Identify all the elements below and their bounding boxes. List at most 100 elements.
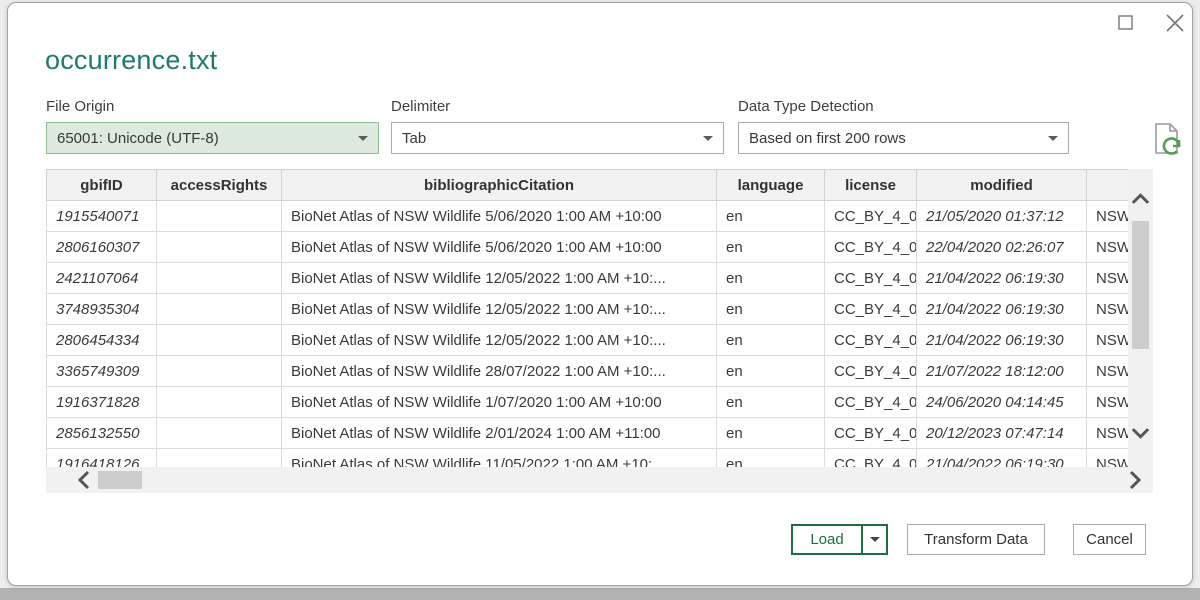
table-cell: BioNet Atlas of NSW Wildlife 1/07/2020 1… [282, 387, 717, 418]
chevron-down-icon [358, 136, 368, 141]
table-cell: 20/12/2023 07:47:14 [917, 418, 1087, 449]
scroll-right-icon[interactable] [1123, 468, 1145, 497]
table-cell [157, 356, 282, 387]
table-cell: CC_BY_4_0 [825, 325, 917, 356]
file-origin-label: File Origin [46, 98, 114, 115]
table-cell: 21/07/2022 18:12:00 [917, 356, 1087, 387]
refresh-preview-icon[interactable] [1148, 119, 1186, 159]
delimiter-value: Tab [402, 130, 697, 147]
table-cell: BioNet Atlas of NSW Wildlife 12/05/2022 … [282, 325, 717, 356]
data-type-detection-value: Based on first 200 rows [749, 130, 1042, 147]
table-cell: NSW [1087, 387, 1129, 418]
table-cell: 21/04/2022 06:19:30 [917, 325, 1087, 356]
load-split-dropdown[interactable] [861, 526, 886, 553]
table-cell: 2421107064 [47, 263, 157, 294]
data-type-detection-dropdown[interactable]: Based on first 200 rows [738, 122, 1069, 154]
column-header: license [825, 170, 917, 201]
table-cell [157, 418, 282, 449]
table-cell: NSW [1087, 201, 1129, 232]
table-cell: en [717, 263, 825, 294]
scroll-left-icon[interactable] [74, 468, 96, 497]
column-header: modified [917, 170, 1087, 201]
scroll-down-icon[interactable] [1129, 421, 1152, 448]
table-cell: en [717, 418, 825, 449]
table-cell: en [717, 387, 825, 418]
table-cell: en [717, 356, 825, 387]
table-row: 1916371828 BioNet Atlas of NSW Wildlife 1… [47, 387, 1129, 418]
table-cell: CC_BY_4_0 [825, 356, 917, 387]
preview-grid: gbifIDaccessRightsbibliographicCitationl… [46, 169, 1128, 493]
table-cell: BioNet Atlas of NSW Wildlife 2/01/2024 1… [282, 418, 717, 449]
table-cell [157, 294, 282, 325]
file-origin-value: 65001: Unicode (UTF-8) [57, 130, 352, 147]
table-cell: NSW [1087, 263, 1129, 294]
table-cell: NSW [1087, 418, 1129, 449]
table-cell: en [717, 201, 825, 232]
table-cell: 1916371828 [47, 387, 157, 418]
background-strip [0, 588, 1200, 600]
table-row: 3748935304 BioNet Atlas of NSW Wildlife 1… [47, 294, 1129, 325]
chevron-down-icon [870, 537, 880, 542]
table-cell: 21/04/2022 06:19:30 [917, 263, 1087, 294]
table-cell: BioNet Atlas of NSW Wildlife 12/05/2022 … [282, 263, 717, 294]
table-cell: en [717, 232, 825, 263]
table-cell: 2806160307 [47, 232, 157, 263]
table-cell [157, 232, 282, 263]
table-cell: 24/06/2020 04:14:45 [917, 387, 1087, 418]
column-header: bibliographicCitation [282, 170, 717, 201]
load-button[interactable]: Load [791, 524, 888, 555]
vertical-scroll-thumb[interactable] [1132, 221, 1149, 349]
table-cell: 21/05/2020 01:37:12 [917, 201, 1087, 232]
delimiter-label: Delimiter [391, 98, 450, 115]
delimiter-dropdown[interactable]: Tab [391, 122, 724, 154]
table-row: 2856132550BioNet Atlas of NSW Wildlife 2… [47, 418, 1129, 449]
table-cell: en [717, 294, 825, 325]
table-cell [157, 263, 282, 294]
table-row: 2806160307 BioNet Atlas of NSW Wildlife 5… [47, 232, 1129, 263]
cancel-button[interactable]: Cancel [1073, 524, 1146, 555]
table-cell: NSW [1087, 294, 1129, 325]
page-title: occurrence.txt [45, 45, 217, 76]
data-type-detection-label: Data Type Detection [738, 98, 874, 115]
column-header: accessRights [157, 170, 282, 201]
table-cell: CC_BY_4_0 [825, 201, 917, 232]
table-cell: BioNet Atlas of NSW Wildlife 5/06/2020 1… [282, 232, 717, 263]
table-cell: BioNet Atlas of NSW Wildlife 28/07/2022 … [282, 356, 717, 387]
transform-data-button[interactable]: Transform Data [907, 524, 1045, 555]
table-row: 3365749309 BioNet Atlas of NSW Wildlife 2… [47, 356, 1129, 387]
table-cell [157, 325, 282, 356]
header-row: gbifIDaccessRightsbibliographicCitationl… [47, 170, 1129, 201]
table-cell: 3365749309 [47, 356, 157, 387]
table-cell: BioNet Atlas of NSW Wildlife 12/05/2022 … [282, 294, 717, 325]
column-header: gbifID [47, 170, 157, 201]
table-cell: CC_BY_4_0 [825, 294, 917, 325]
table-cell [157, 201, 282, 232]
table-cell: NSW [1087, 356, 1129, 387]
column-header [1087, 170, 1129, 201]
chevron-down-icon [1048, 136, 1058, 141]
table-cell: 21/04/2022 06:19:30 [917, 294, 1087, 325]
data-preview-table: gbifIDaccessRightsbibliographicCitationl… [46, 169, 1153, 493]
table-cell: CC_BY_4_0 [825, 418, 917, 449]
scroll-up-icon[interactable] [1129, 189, 1152, 216]
vertical-scrollbar[interactable] [1128, 169, 1153, 467]
table-cell: BioNet Atlas of NSW Wildlife 5/06/2020 1… [282, 201, 717, 232]
file-origin-dropdown[interactable]: 65001: Unicode (UTF-8) [46, 122, 379, 154]
table-row: 2806454334BioNet Atlas of NSW Wildlife 1… [47, 325, 1129, 356]
table-cell: NSW [1087, 325, 1129, 356]
maximize-button[interactable] [1116, 13, 1136, 33]
column-header: language [717, 170, 825, 201]
horizontal-scrollbar[interactable] [46, 467, 1153, 493]
table-row: 1915540071 BioNet Atlas of NSW Wildlife 5… [47, 201, 1129, 232]
table-cell: en [717, 325, 825, 356]
table-cell: 3748935304 [47, 294, 157, 325]
load-button-label: Load [793, 531, 861, 548]
import-dialog: occurrence.txt File Origin Delimiter Dat… [7, 2, 1193, 586]
table-cell: 1915540071 [47, 201, 157, 232]
table-cell: 22/04/2020 02:26:07 [917, 232, 1087, 263]
table-cell: NSW [1087, 232, 1129, 263]
close-icon[interactable] [1163, 11, 1187, 35]
table-cell: CC_BY_4_0 [825, 232, 917, 263]
horizontal-scroll-thumb[interactable] [98, 471, 142, 489]
table-row: 2421107064 BioNet Atlas of NSW Wildlife 1… [47, 263, 1129, 294]
